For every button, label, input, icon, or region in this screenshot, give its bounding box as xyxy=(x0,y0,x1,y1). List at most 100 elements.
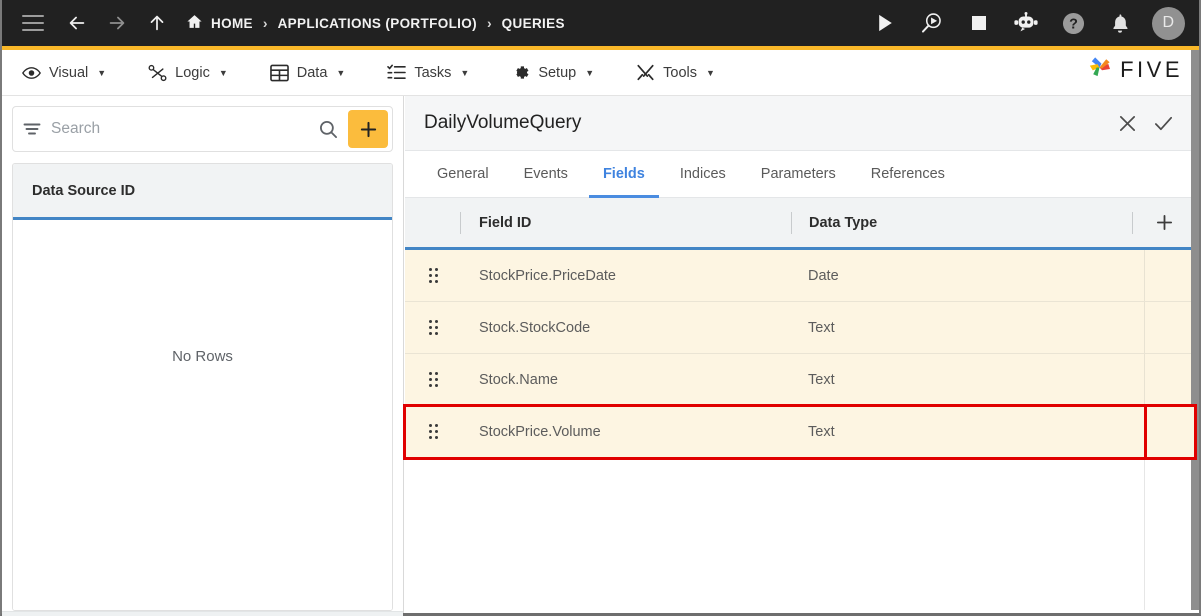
chevron-down-icon: ▼ xyxy=(336,67,346,78)
add-column-button[interactable] xyxy=(1133,213,1195,232)
page-title: DailyVolumeQuery xyxy=(424,112,582,133)
chevron-down-icon: ▼ xyxy=(585,67,595,78)
search-icon[interactable] xyxy=(308,120,348,139)
row-divider xyxy=(1144,354,1145,405)
tab-indices[interactable]: Indices xyxy=(666,152,740,198)
hamburger-menu-icon[interactable] xyxy=(18,8,48,38)
table-row[interactable]: Stock.StockCode Text xyxy=(405,302,1195,354)
cell-field-id: StockPrice.PriceDate xyxy=(479,267,616,284)
row-divider xyxy=(1144,250,1145,301)
application-window: HOME › APPLICATIONS (PORTFOLIO) › QUERIE… xyxy=(0,0,1201,616)
cell-data-type: Text xyxy=(808,319,835,336)
brand-logo: FIVE xyxy=(1086,54,1183,86)
drag-handle-icon[interactable] xyxy=(405,424,461,439)
tab-general[interactable]: General xyxy=(423,152,503,198)
breadcrumb-label-home: HOME xyxy=(211,15,253,31)
run-icon[interactable] xyxy=(870,8,900,38)
logic-icon xyxy=(148,63,167,82)
wrench-icon xyxy=(636,63,655,82)
left-panel-footer xyxy=(2,611,403,616)
data-source-list-body: No Rows xyxy=(13,220,392,610)
menu-item-tasks[interactable]: Tasks ▼ xyxy=(387,63,469,82)
breadcrumb-label-applications: APPLICATIONS (PORTFOLIO) xyxy=(277,15,477,31)
up-arrow-icon[interactable] xyxy=(142,8,172,38)
fields-grid-header: Field ID Data Type xyxy=(405,198,1195,250)
five-pinwheel-logo xyxy=(1086,54,1113,86)
main-menu-bar: Visual ▼ Logic ▼ Data ▼ Tasks ▼ Setup ▼ … xyxy=(2,50,1199,96)
breadcrumb-item-applications[interactable]: APPLICATIONS (PORTFOLIO) xyxy=(278,16,477,31)
debug-icon[interactable] xyxy=(917,8,947,38)
svg-text:?: ? xyxy=(1069,16,1078,32)
drag-handle-icon[interactable] xyxy=(405,372,461,387)
data-source-id-column-header[interactable]: Data Source ID xyxy=(13,164,392,220)
grid-empty-area xyxy=(405,458,1195,610)
breadcrumb-item-queries[interactable]: QUERIES xyxy=(502,16,565,31)
bot-icon[interactable] xyxy=(1011,8,1041,38)
row-divider xyxy=(1144,302,1145,353)
add-record-button[interactable] xyxy=(348,110,388,148)
chevron-down-icon: ▼ xyxy=(97,67,107,78)
cell-field-id: Stock.StockCode xyxy=(479,319,591,336)
fields-grid-body: StockPrice.PriceDate Date Stock.StockCod… xyxy=(403,250,1197,610)
drag-handle-icon[interactable] xyxy=(405,320,461,335)
menu-item-logic[interactable]: Logic ▼ xyxy=(148,63,228,82)
search-input[interactable] xyxy=(51,120,308,138)
notifications-bell-icon[interactable] xyxy=(1105,8,1135,38)
right-panel: DailyVolumeQuery General Events Fields I… xyxy=(403,96,1197,613)
cell-data-type: Text xyxy=(808,423,835,440)
table-icon xyxy=(269,63,289,82)
column-header-field-id[interactable]: Field ID xyxy=(461,215,791,231)
handle-column-header xyxy=(405,211,461,234)
check-icon[interactable] xyxy=(1145,105,1181,141)
breadcrumb-label-queries: QUERIES xyxy=(501,15,565,31)
tab-references[interactable]: References xyxy=(857,152,959,198)
user-avatar[interactable]: D xyxy=(1152,6,1185,40)
menu-label-tools: Tools xyxy=(663,64,697,81)
tab-parameters[interactable]: Parameters xyxy=(747,152,850,198)
cell-field-id: Stock.Name xyxy=(479,371,558,388)
eye-icon xyxy=(22,63,41,82)
no-rows-message: No Rows xyxy=(172,348,233,365)
gear-icon xyxy=(511,63,530,82)
menu-label-visual: Visual xyxy=(49,64,89,81)
chevron-down-icon: ▼ xyxy=(706,67,715,78)
record-title-bar: DailyVolumeQuery xyxy=(405,96,1195,151)
top-navigation-bar: HOME › APPLICATIONS (PORTFOLIO) › QUERIE… xyxy=(2,0,1199,46)
tasks-list-icon xyxy=(387,63,407,82)
menu-label-data: Data xyxy=(296,64,328,81)
menu-item-data[interactable]: Data ▼ xyxy=(269,63,346,82)
back-arrow-icon[interactable] xyxy=(62,8,92,38)
menu-label-logic: Logic xyxy=(175,64,210,81)
breadcrumb-item-home[interactable]: HOME xyxy=(186,13,253,33)
menu-label-tasks: Tasks xyxy=(414,64,452,81)
table-row-highlighted[interactable]: StockPrice.Volume Text xyxy=(403,404,1197,460)
cell-data-type: Text xyxy=(808,371,835,388)
top-actions: ? D xyxy=(870,6,1199,40)
home-icon xyxy=(186,13,203,33)
record-tabs: General Events Fields Indices Parameters… xyxy=(405,151,1195,198)
forward-arrow-icon[interactable] xyxy=(102,8,132,38)
chevron-down-icon: ▼ xyxy=(218,67,228,78)
help-icon[interactable]: ? xyxy=(1058,8,1088,38)
filter-icon[interactable] xyxy=(13,122,51,136)
row-divider xyxy=(1144,406,1147,457)
breadcrumb-area: HOME › APPLICATIONS (PORTFOLIO) › QUERIE… xyxy=(2,8,870,38)
brand-wordmark: FIVE xyxy=(1120,57,1183,82)
menu-item-tools[interactable]: Tools ▼ xyxy=(636,63,715,82)
tab-fields[interactable]: Fields xyxy=(588,152,659,198)
column-header-data-type[interactable]: Data Type xyxy=(792,215,1132,231)
cell-field-id: StockPrice.Volume xyxy=(479,423,601,440)
stop-icon[interactable] xyxy=(964,8,994,38)
grid-divider xyxy=(1144,458,1145,610)
table-row[interactable]: StockPrice.PriceDate Date xyxy=(405,250,1195,302)
menu-item-setup[interactable]: Setup ▼ xyxy=(511,63,594,82)
drag-handle-icon[interactable] xyxy=(405,268,461,283)
close-x-icon[interactable] xyxy=(1109,105,1145,141)
table-row[interactable]: Stock.Name Text xyxy=(405,354,1195,406)
menu-item-visual[interactable]: Visual ▼ xyxy=(22,63,106,82)
menu-label-setup: Setup xyxy=(538,64,577,81)
tab-events[interactable]: Events xyxy=(510,152,582,198)
vertical-scrollbar[interactable] xyxy=(1191,50,1199,610)
cell-data-type: Date xyxy=(808,267,839,284)
breadcrumb-separator-2: › xyxy=(486,15,492,31)
